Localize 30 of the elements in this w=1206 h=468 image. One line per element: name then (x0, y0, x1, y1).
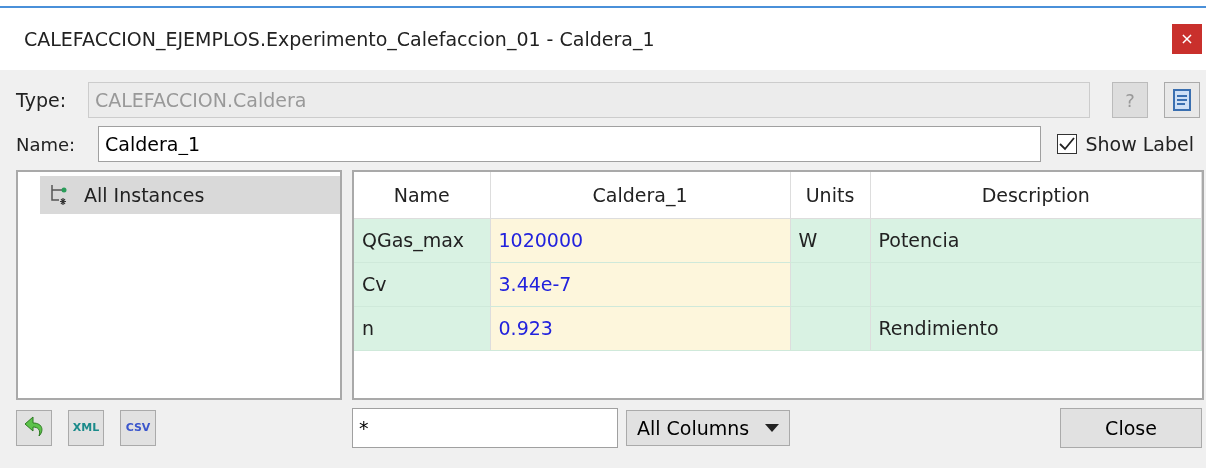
show-label-text: Show Label (1085, 131, 1194, 157)
table-cell: 0.923 (490, 306, 790, 350)
filter-field[interactable]: * (352, 408, 618, 448)
close-button[interactable]: Close (1060, 408, 1202, 448)
column-header[interactable]: Caldera_1 (490, 172, 790, 218)
document-button[interactable] (1164, 82, 1200, 118)
table-cell: Cv (354, 262, 490, 306)
column-header[interactable]: Description (870, 172, 1202, 218)
column-header[interactable]: Units (790, 172, 870, 218)
column-select[interactable]: All Columns (626, 410, 791, 446)
dropdown-caret-icon (765, 424, 780, 432)
tree-node-icon (50, 183, 68, 207)
table-cell: QGas_max (354, 218, 490, 262)
window-title: CALEFACCION_EJEMPLOS.Experimento_Calefaccion_01 - Caldera_1 (24, 26, 655, 53)
name-field[interactable]: Caldera_1 (98, 126, 1042, 162)
show-label-checkbox[interactable] (1057, 134, 1078, 154)
table-cell: 3.44e-7 (490, 262, 790, 306)
tree-item[interactable]: All Instances (40, 176, 340, 214)
undo-button[interactable] (16, 410, 52, 446)
table-cell: Potencia (870, 218, 1202, 262)
name-label: Name: (16, 132, 77, 157)
export-button[interactable]: CSV (120, 410, 156, 446)
type-label: Type: (16, 87, 68, 113)
column-header[interactable]: Name (354, 172, 490, 218)
table-cell: Rendimiento (870, 306, 1202, 350)
table-cell: n (354, 306, 490, 350)
table-cell: W (790, 218, 870, 262)
table-cell: 1020000 (490, 218, 790, 262)
document-icon (1172, 88, 1192, 112)
close-button[interactable]: × (1172, 24, 1202, 54)
